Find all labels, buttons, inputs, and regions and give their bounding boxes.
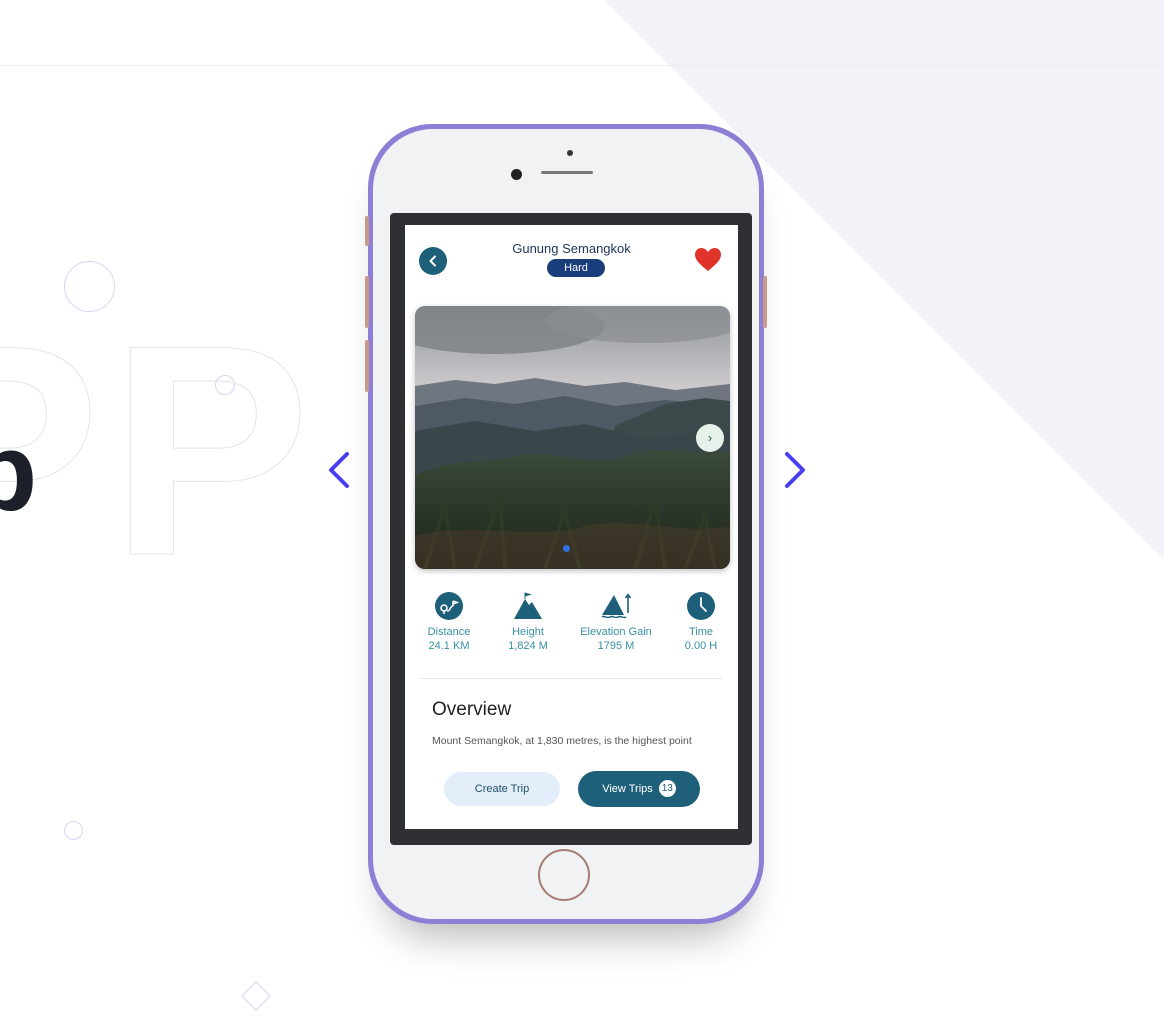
stat-distance-label: Distance <box>427 626 471 638</box>
stat-height-value: 1,824 M <box>508 640 548 652</box>
favorite-heart-icon[interactable] <box>694 247 722 273</box>
stat-time-label: Time <box>688 626 714 638</box>
stat-distance-value: 24.1 KM <box>428 640 470 652</box>
phone-bezel: Gunung Semangkok Hard › Distance 24.1 KM… <box>390 213 752 845</box>
elevation-icon <box>601 593 631 619</box>
carousel-next-button[interactable] <box>772 448 816 492</box>
distance-icon <box>435 592 463 620</box>
stat-height: Height 1,824 M <box>483 591 573 653</box>
phone-mockup: Gunung Semangkok Hard › Distance 24.1 KM… <box>365 124 767 924</box>
page-title: Gunung Semangkok <box>512 241 631 256</box>
view-trips-button[interactable]: View Trips 13 <box>578 771 700 807</box>
carousel-prev-button[interactable] <box>318 448 362 492</box>
stat-height-label: Height <box>512 626 544 638</box>
clock-icon <box>687 592 715 620</box>
phone-speaker <box>541 171 593 174</box>
stat-distance: Distance 24.1 KM <box>405 591 494 653</box>
trail-stats: Distance 24.1 KM Height 1,824 M Elevatio… <box>405 591 738 661</box>
difficulty-badge: Hard <box>547 259 605 277</box>
create-trip-button[interactable]: Create Trip <box>444 772 560 806</box>
overview-heading: Overview <box>432 699 512 720</box>
phone-sensor <box>567 150 573 156</box>
phone-face: Gunung Semangkok Hard › Distance 24.1 KM… <box>373 129 759 919</box>
phone-home-button <box>538 849 590 901</box>
chevron-left-icon <box>429 255 436 267</box>
phone-camera <box>511 169 522 180</box>
trip-count-badge: 13 <box>658 779 676 797</box>
app-screen: Gunung Semangkok Hard › Distance 24.1 KM… <box>405 225 738 829</box>
carousel-indicator-dot[interactable] <box>563 545 570 552</box>
phone-volume-down <box>365 340 369 392</box>
mountain-icon <box>514 592 542 619</box>
stat-elevation: Elevation Gain 1795 M <box>571 591 661 653</box>
phone-volume-up <box>365 276 369 328</box>
stat-elevation-label: Elevation Gain <box>580 626 652 638</box>
overview-text: Mount Semangkok, at 1,830 metres, is the… <box>432 735 692 747</box>
header-divider <box>0 65 1164 66</box>
phone-side-button <box>365 216 369 246</box>
mountain-landscape-image <box>415 306 730 569</box>
decor-circle-tiny <box>64 821 83 840</box>
phone-power-button <box>763 276 767 328</box>
stat-elevation-value: 1795 M <box>597 640 635 652</box>
mountain-photo: › <box>415 306 730 569</box>
outline-heading-letters: PP <box>0 282 321 618</box>
solid-heading-letter: p <box>0 411 38 534</box>
view-trips-label: View Trips <box>602 783 653 795</box>
section-divider <box>421 678 722 679</box>
stat-time-value: 0.00 H <box>684 640 718 652</box>
stat-time: Time 0.00 H <box>656 591 738 653</box>
photo-next-button[interactable]: › <box>696 424 724 452</box>
